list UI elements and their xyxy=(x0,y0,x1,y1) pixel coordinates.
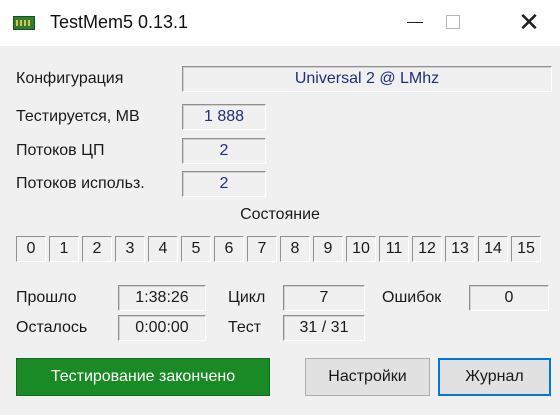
thread-cell: 4 xyxy=(148,236,178,262)
thread-cell: 13 xyxy=(445,236,475,262)
threads-used-field: 2 xyxy=(182,171,266,197)
log-button[interactable]: Журнал xyxy=(438,358,551,396)
window-title: TestMem5 0.13.1 xyxy=(50,12,189,32)
thread-cell: 0 xyxy=(16,236,46,262)
thread-cell: 1 xyxy=(49,236,79,262)
tested-label: Тестируется, MB xyxy=(16,108,140,125)
remaining-label: Осталось xyxy=(16,319,88,336)
test-field: 31 / 31 xyxy=(283,315,365,341)
maximize-icon xyxy=(446,15,460,29)
state-title: Состояние xyxy=(240,206,320,223)
thread-cell: 8 xyxy=(280,236,310,262)
maximize-button[interactable] xyxy=(424,0,482,44)
thread-cell: 2 xyxy=(82,236,112,262)
status-banner: Тестирование закончено xyxy=(16,358,270,396)
close-icon: ✕ xyxy=(518,7,540,37)
thread-cell: 6 xyxy=(214,236,244,262)
minimize-icon xyxy=(407,21,423,23)
config-field[interactable]: Universal 2 @ LMhz xyxy=(182,66,552,92)
thread-cell: 7 xyxy=(247,236,277,262)
threads-used-label: Потоков использ. xyxy=(16,175,145,192)
thread-cell: 3 xyxy=(115,236,145,262)
thread-cell: 11 xyxy=(379,236,409,262)
tested-mb-field: 1 888 xyxy=(182,104,266,130)
thread-cell: 5 xyxy=(181,236,211,262)
thread-cell: 15 xyxy=(511,236,541,262)
thread-cell: 9 xyxy=(313,236,343,262)
thread-cell: 10 xyxy=(346,236,376,262)
errors-field: 0 xyxy=(469,285,549,311)
cycle-field: 7 xyxy=(283,285,365,311)
elapsed-field: 1:38:26 xyxy=(118,285,206,311)
memory-module-icon xyxy=(13,16,35,30)
thread-cell: 12 xyxy=(412,236,442,262)
title-bar[interactable]: TestMem5 0.13.1 ✕ xyxy=(0,0,560,46)
errors-label: Ошибок xyxy=(382,289,442,306)
remaining-field: 0:00:00 xyxy=(118,315,206,341)
thread-state-row: 0 1 2 3 4 5 6 7 8 9 10 11 12 13 14 15 xyxy=(16,236,541,262)
close-button[interactable]: ✕ xyxy=(500,0,558,44)
cpu-threads-field: 2 xyxy=(182,138,266,164)
test-label: Тест xyxy=(228,319,262,336)
cpu-threads-label: Потоков ЦП xyxy=(16,142,105,159)
config-label: Конфигурация xyxy=(16,70,124,87)
settings-button[interactable]: Настройки xyxy=(305,358,430,396)
thread-cell: 14 xyxy=(478,236,508,262)
cycle-label: Цикл xyxy=(228,289,266,306)
elapsed-label: Прошло xyxy=(16,289,77,306)
